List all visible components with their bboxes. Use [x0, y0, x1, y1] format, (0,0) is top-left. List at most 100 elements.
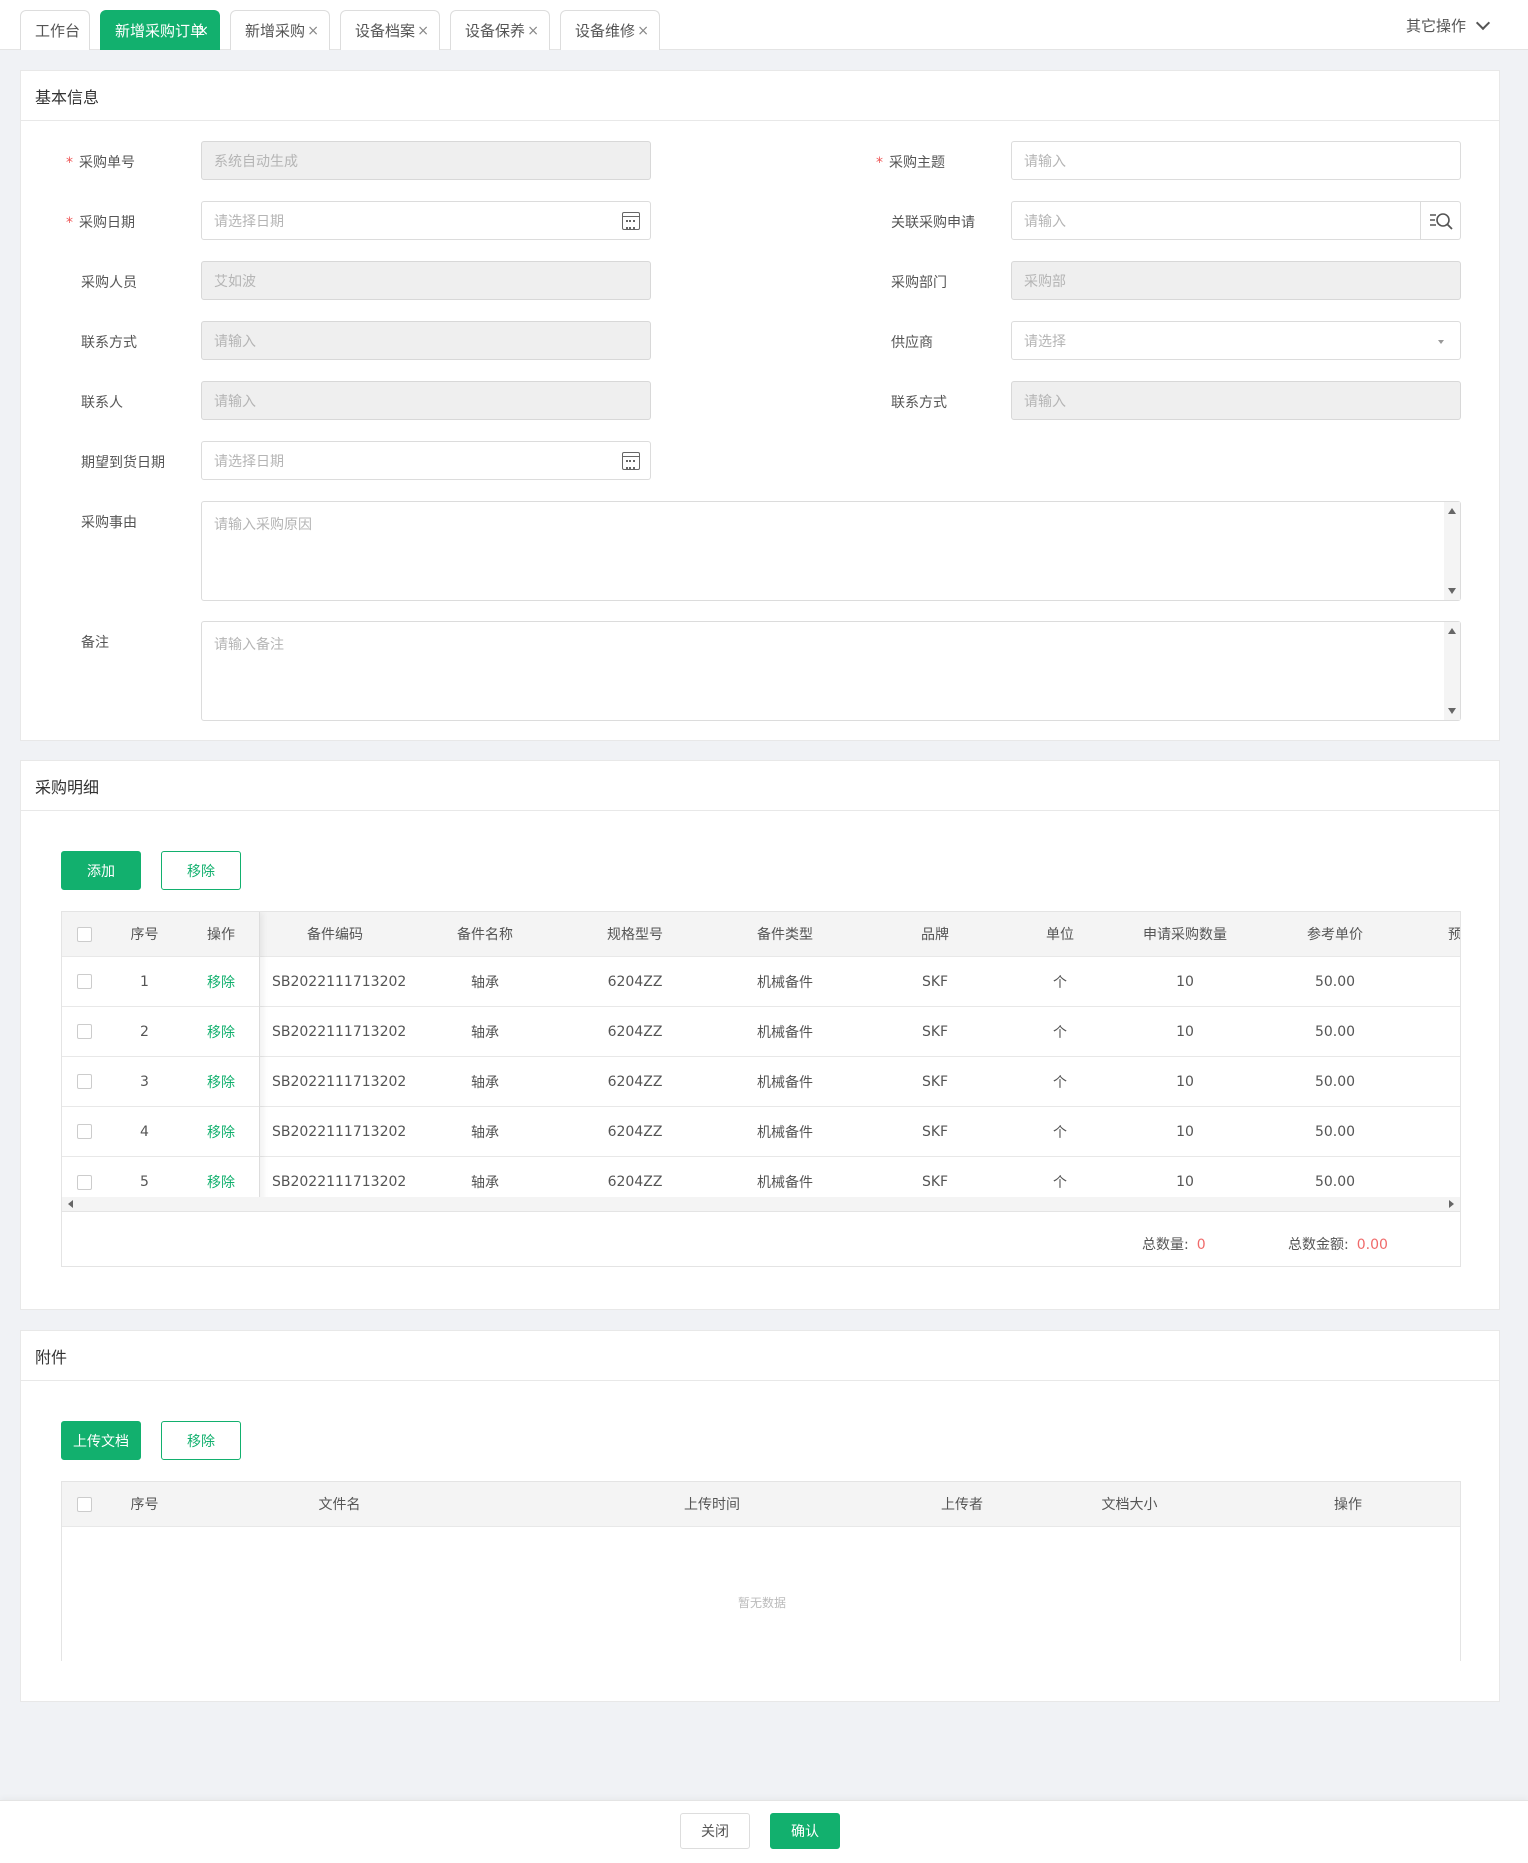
other-operations-label: 其它操作	[1405, 17, 1466, 35]
contact-person-label: 联系人	[81, 395, 123, 411]
cell-qty: 10	[1176, 1023, 1194, 1040]
dept-label: 采购部门	[891, 275, 947, 291]
chevron-down-icon	[1475, 15, 1491, 30]
tab-equipment-archive[interactable]: 设备档案 ×	[340, 10, 440, 50]
basic-info-card: 基本信息 * 采购单号 系统自动生成 * 采购主题 请输入 * 采购日期 请选择日期 …	[20, 70, 1500, 741]
cell-brand: SKF	[921, 1123, 949, 1140]
contact-person-field: 请输入	[201, 381, 651, 420]
col-header: 操作	[1334, 1497, 1362, 1513]
fixed-column-shadow	[62, 912, 260, 1207]
table-row: 3 移除 SB2022111713202 轴承 6204ZZ 机械备件 SKF …	[62, 1057, 1460, 1107]
col-header: 备件名称	[457, 927, 513, 943]
detail-table: 序号 操作 备件编码 备件名称 规格型号 备件类型 品牌 单位 申请采购数量 参…	[61, 911, 1461, 1267]
col-header: 备件类型	[757, 927, 813, 943]
tab-label: 工作台	[35, 22, 81, 40]
cell-spec: 6204ZZ	[607, 1023, 663, 1040]
supplier-label: 供应商	[891, 335, 933, 351]
cell-type: 机械备件	[757, 1074, 813, 1091]
empty-state-text: 暂无数据	[738, 1596, 787, 1610]
contact-method2-field: 请输入	[1011, 381, 1461, 420]
basic-info-title: 基本信息	[21, 71, 1499, 121]
calendar-icon[interactable]	[622, 452, 640, 470]
tab-new-purchase[interactable]: 新增采购 ×	[230, 10, 330, 50]
cell-code: SB2022111713202	[272, 1123, 407, 1140]
remark-textarea[interactable]: 请输入备注	[201, 621, 1461, 721]
table-row: 2 移除 SB2022111713202 轴承 6204ZZ 机械备件 SKF …	[62, 1007, 1460, 1057]
reason-textarea[interactable]: 请输入采购原因	[201, 501, 1461, 601]
confirm-button[interactable]: 确认	[770, 1813, 840, 1849]
cell-unit: 个	[1053, 1024, 1067, 1041]
col-header: 单位	[1046, 927, 1074, 943]
date-picker[interactable]: 请选择日期	[201, 201, 651, 240]
calendar-icon[interactable]	[622, 212, 640, 230]
scrollbar[interactable]	[1444, 622, 1460, 720]
upload-document-button[interactable]: 上传文档	[61, 1421, 141, 1460]
attachments-title: 附件	[21, 1331, 1499, 1381]
table-header-row: 序号 文件名 上传时间 上传者 文档大小 操作	[62, 1482, 1460, 1527]
cell-price: 50.00	[1314, 1023, 1356, 1040]
cell-spec: 6204ZZ	[607, 973, 663, 990]
col-header: 品牌	[921, 927, 949, 943]
close-icon[interactable]: ×	[527, 23, 539, 39]
select-all-checkbox[interactable]	[77, 1496, 92, 1512]
remove-attachment-button[interactable]: 移除	[161, 1421, 241, 1460]
horizontal-scrollbar[interactable]	[62, 1197, 1460, 1211]
subject-label: * 采购主题	[876, 155, 945, 171]
footer-bar: 关闭 确认	[0, 1800, 1528, 1863]
cell-brand: SKF	[921, 1073, 949, 1090]
cell-spec: 6204ZZ	[607, 1123, 663, 1140]
attachments-card: 附件 上传文档 移除 序号 文件名 上传时间 上传者 文档大小 操作 暂无数据	[20, 1330, 1500, 1702]
tab-label: 新增采购	[245, 22, 306, 40]
col-header: 规格型号	[607, 927, 663, 943]
close-icon[interactable]: ×	[307, 23, 319, 39]
expected-date-picker[interactable]: 请选择日期	[201, 441, 651, 480]
col-header: 上传时间	[684, 1497, 740, 1513]
cell-name: 轴承	[471, 1124, 499, 1141]
close-icon[interactable]: ×	[637, 23, 649, 39]
scroll-up-icon	[1448, 628, 1456, 634]
remove-button[interactable]: 移除	[161, 851, 241, 890]
cell-type: 机械备件	[757, 974, 813, 991]
remark-label: 备注	[81, 635, 109, 651]
cell-code: SB2022111713202	[272, 1073, 407, 1090]
related-request-input[interactable]: 请输入	[1011, 201, 1461, 240]
add-button[interactable]: 添加	[61, 851, 141, 890]
other-operations-menu[interactable]: 其它操作	[1405, 15, 1491, 36]
subject-input[interactable]: 请输入	[1011, 141, 1461, 180]
col-header: 文档大小	[1101, 1497, 1158, 1513]
cell-qty: 10	[1176, 1073, 1194, 1090]
col-header: 预	[1448, 927, 1461, 943]
tab-workbench[interactable]: 工作台	[20, 10, 90, 50]
scroll-up-icon	[1448, 508, 1456, 514]
cell-brand: SKF	[921, 973, 949, 990]
tab-equipment-repair[interactable]: 设备维修 ×	[560, 10, 660, 50]
cell-brand: SKF	[921, 1023, 949, 1040]
cell-code: SB2022111713202	[272, 973, 407, 990]
col-header: 上传者	[941, 1497, 983, 1513]
scroll-down-icon	[1448, 588, 1456, 594]
tab-new-purchase-order[interactable]: 新增采购订单 ×	[100, 10, 220, 50]
cell-code: SB2022111713202	[272, 1023, 407, 1040]
total-amount: 总数金额: 0.00	[1288, 1237, 1388, 1253]
col-header: 参考单价	[1307, 927, 1363, 943]
supplier-select[interactable]: 请选择	[1011, 321, 1461, 360]
tab-label: 新增采购订单	[115, 22, 206, 40]
col-header: 文件名	[318, 1497, 361, 1513]
tab-equipment-maintenance[interactable]: 设备保养 ×	[450, 10, 550, 50]
date-label: * 采购日期	[66, 215, 135, 231]
close-icon[interactable]: ×	[417, 23, 429, 39]
cell-price: 50.00	[1314, 973, 1356, 990]
contact-method-field: 请输入	[201, 321, 651, 360]
cell-unit: 个	[1053, 1124, 1067, 1141]
scrollbar[interactable]	[1444, 502, 1460, 600]
total-qty: 总数量: 0	[1142, 1237, 1206, 1253]
tab-bar: 工作台 新增采购订单 × 新增采购 × 设备档案 × 设备保养 × 设备维修 ×…	[0, 0, 1528, 50]
cell-price: 50.00	[1314, 1123, 1356, 1140]
cell-price: 50.00	[1314, 1073, 1356, 1090]
close-button[interactable]: 关闭	[680, 1813, 750, 1849]
close-icon[interactable]: ×	[197, 23, 209, 39]
cell-spec: 6204ZZ	[607, 1073, 663, 1090]
scroll-down-icon	[1448, 708, 1456, 714]
search-icon[interactable]	[1420, 202, 1460, 239]
cell-unit: 个	[1053, 1074, 1067, 1091]
